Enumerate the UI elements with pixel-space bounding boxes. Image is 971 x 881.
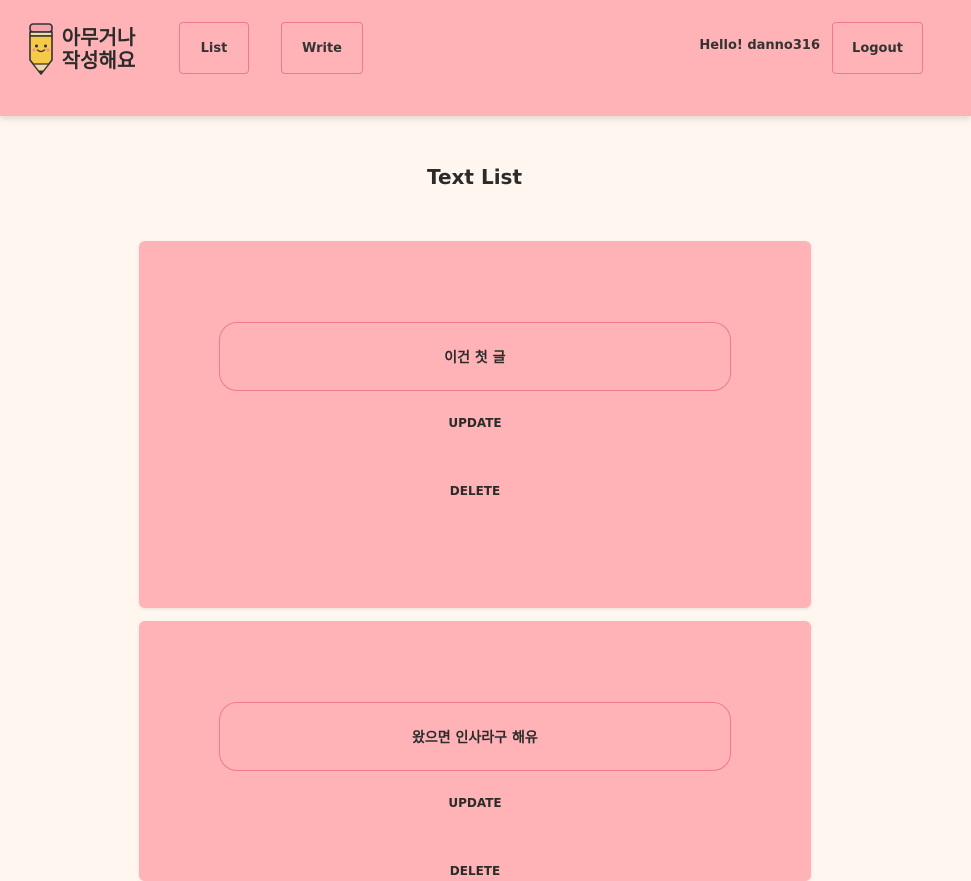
- user-greeting: Hello! danno316: [699, 38, 820, 53]
- delete-button[interactable]: DELETE: [139, 864, 811, 878]
- page-title: Text List: [426, 165, 523, 189]
- post-text[interactable]: 왔으면 인사라구 해유: [219, 702, 731, 771]
- logo-text: 아무거나 작성해요: [62, 26, 136, 72]
- post-card: 이건 첫 글 UPDATE DELETE: [139, 241, 811, 608]
- nav-list-button[interactable]: List: [179, 22, 249, 74]
- logout-button[interactable]: Logout: [832, 22, 923, 74]
- delete-button[interactable]: DELETE: [139, 484, 811, 498]
- post-text[interactable]: 이건 첫 글: [219, 322, 731, 391]
- top-header: 아무거나 작성해요 List Write Hello! danno316 Log…: [0, 0, 971, 116]
- logo-line-1: 아무거나: [62, 25, 136, 49]
- update-button[interactable]: UPDATE: [139, 796, 811, 810]
- site-logo[interactable]: 아무거나 작성해요: [26, 22, 156, 78]
- logo-line-2: 작성해요: [62, 48, 136, 72]
- update-button[interactable]: UPDATE: [139, 416, 811, 430]
- post-card: 왔으면 인사라구 해유 UPDATE DELETE: [139, 621, 811, 881]
- nav-write-button[interactable]: Write: [281, 22, 363, 74]
- pencil-mascot-icon: [26, 22, 56, 78]
